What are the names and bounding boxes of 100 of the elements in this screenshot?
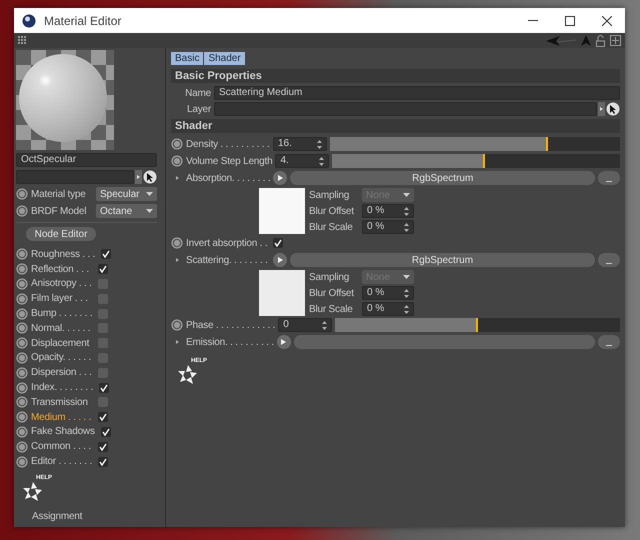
spinner-icon[interactable] [404, 288, 409, 298]
shader-button[interactable]: RgbSpectrum [290, 171, 595, 185]
pick-cursor-icon[interactable] [143, 170, 157, 184]
keyframe-circle-icon[interactable] [16, 366, 28, 379]
percent-field[interactable]: 0 % [362, 286, 414, 300]
keyframe-circle-icon[interactable] [16, 456, 28, 468]
checkbox[interactable] [98, 323, 108, 334]
channel-label[interactable]: Displacement [31, 338, 90, 349]
spinner-icon[interactable] [404, 206, 409, 216]
dash-icon [606, 263, 612, 264]
tab[interactable]: Shader [204, 52, 246, 65]
spinner-icon[interactable] [317, 140, 322, 148]
layer-field[interactable] [214, 102, 597, 116]
spinner-icon[interactable] [319, 156, 324, 166]
keyframe-circle-icon[interactable] [16, 188, 28, 200]
keyframe-circle-icon[interactable] [16, 248, 28, 260]
checkbox[interactable] [98, 456, 108, 467]
keyframe-circle-icon[interactable] [171, 138, 183, 150]
checkbox[interactable] [99, 382, 110, 393]
new-window-icon[interactable] [610, 35, 621, 46]
keyframe-circle-icon[interactable] [16, 440, 28, 453]
keyframe-circle-icon[interactable] [16, 322, 28, 334]
arrow-right-icon[interactable] [135, 170, 142, 184]
name-field[interactable]: Scattering Medium [214, 86, 620, 100]
keyframe-circle-icon[interactable] [16, 278, 28, 290]
channel-label[interactable]: Roughness . . . [31, 248, 96, 260]
number-field[interactable]: 16. [273, 137, 327, 151]
checkbox[interactable] [98, 442, 108, 452]
channel-label[interactable]: Index. . . . . . . . [31, 382, 94, 394]
checkbox[interactable] [98, 264, 108, 274]
checkbox[interactable] [98, 338, 108, 348]
tab[interactable]: Basic [171, 52, 204, 65]
setting-dropdown[interactable]: Octane [96, 204, 157, 218]
shader-button[interactable]: RgbSpectrum [290, 253, 595, 267]
keyframe-circle-icon[interactable] [16, 396, 28, 408]
play-button[interactable] [276, 335, 291, 349]
slider-fill[interactable] [330, 137, 548, 151]
slider-fill[interactable] [335, 318, 478, 332]
channel-label[interactable]: Anisotropy . . . [31, 278, 92, 290]
play-button[interactable] [273, 171, 288, 185]
checkbox[interactable] [98, 397, 108, 408]
channel-label[interactable]: Editor . . . . . . . [31, 456, 92, 468]
keyframe-circle-icon[interactable] [171, 237, 183, 249]
color-swatch[interactable] [259, 270, 305, 316]
number-field[interactable]: 0 [278, 318, 332, 332]
channel-label[interactable]: Medium . . . . . [31, 412, 92, 423]
keyframe-circle-icon[interactable] [16, 205, 28, 217]
channel-label[interactable]: Dispersion . . . [31, 367, 92, 378]
color-swatch[interactable] [259, 188, 305, 234]
keyframe-circle-icon[interactable] [16, 337, 28, 350]
checkbox[interactable] [98, 352, 108, 363]
percent-field[interactable]: 0 % [362, 220, 414, 234]
channel-label[interactable]: Common . . . . [31, 441, 91, 452]
keyframe-circle-icon[interactable] [171, 319, 183, 331]
link-field[interactable] [16, 170, 134, 184]
material-name-field[interactable]: OctSpecular [16, 153, 157, 167]
channel-label[interactable]: Film layer . . . [31, 293, 88, 304]
setting-dropdown[interactable]: Specular [96, 187, 157, 201]
channel-label[interactable]: Normal. . . . . . [31, 322, 90, 334]
setting-label: BRDF Model [31, 206, 88, 216]
keyframe-circle-icon[interactable] [16, 308, 28, 320]
checkbox[interactable] [98, 368, 108, 378]
slider-track[interactable] [330, 137, 620, 151]
percent-field[interactable]: 0 % [362, 204, 414, 218]
node-editor-button[interactable]: Node Editor [26, 227, 96, 241]
slider-track[interactable] [332, 154, 620, 168]
keyframe-circle-icon[interactable] [171, 155, 183, 167]
channel-label[interactable]: Transmission [31, 396, 88, 408]
spinner-icon[interactable] [404, 222, 409, 232]
keyframe-circle-icon[interactable] [16, 382, 28, 394]
slider-track[interactable] [335, 318, 620, 332]
keyframe-circle-icon[interactable] [16, 411, 28, 424]
checkbox[interactable] [98, 412, 108, 422]
keyframe-circle-icon[interactable] [16, 426, 28, 438]
play-button[interactable] [273, 253, 287, 267]
lock-icon[interactable] [596, 34, 605, 46]
keyframe-circle-icon[interactable] [16, 263, 28, 276]
keyframe-circle-icon[interactable] [16, 292, 28, 305]
channel-label[interactable]: Bump . . . . . . . [31, 308, 92, 320]
number-field[interactable]: 4. [275, 154, 330, 168]
grip-icon[interactable] [18, 36, 27, 45]
channel-label[interactable]: Fake Shadows [31, 426, 95, 438]
channel-label[interactable]: Reflection . . . [31, 264, 89, 275]
option-label: Blur Scale [309, 222, 354, 232]
channel-label[interactable]: Opacity. . . . . . [31, 352, 92, 364]
checkbox[interactable] [100, 426, 111, 437]
percent-field[interactable]: 0 % [362, 302, 414, 316]
checkbox[interactable] [101, 249, 112, 260]
spinner-icon[interactable] [404, 304, 409, 314]
checkbox[interactable] [98, 278, 108, 289]
pick-cursor-icon[interactable] [606, 102, 620, 116]
assignment-label[interactable]: Assignment [32, 510, 157, 522]
material-preview[interactable] [16, 50, 114, 150]
checkbox[interactable] [273, 238, 283, 248]
checkbox[interactable] [98, 294, 108, 304]
keyframe-circle-icon[interactable] [16, 352, 28, 364]
checkbox[interactable] [98, 308, 108, 319]
arrow-right-icon[interactable] [598, 102, 605, 116]
slider-fill[interactable] [332, 154, 485, 168]
spinner-icon[interactable] [322, 320, 328, 330]
